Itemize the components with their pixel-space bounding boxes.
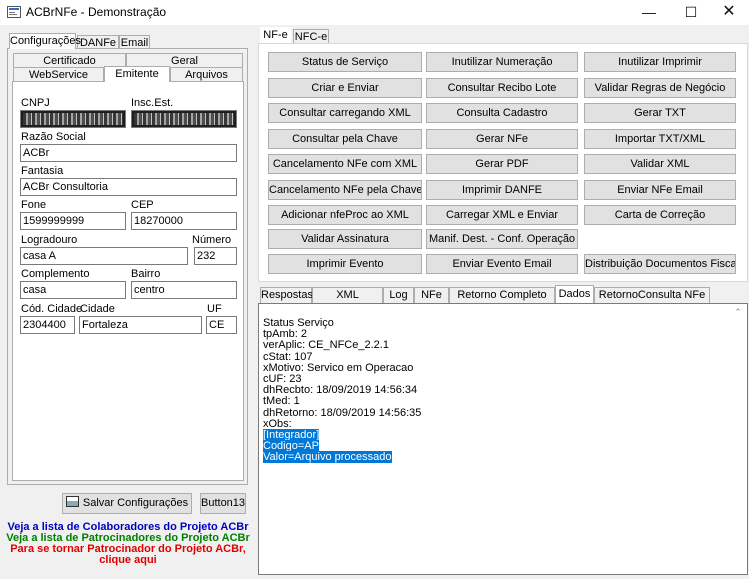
action-button[interactable]: Validar Regras de Negócio xyxy=(584,78,736,98)
tab-retorno-completo-ws[interactable]: Retorno Completo WS xyxy=(449,287,555,315)
fantasia-label: Fantasia xyxy=(21,165,64,177)
numero-label: Número xyxy=(192,234,232,246)
save-icon xyxy=(65,496,79,507)
cep-label: CEP xyxy=(131,199,154,211)
uf-input[interactable]: CE xyxy=(206,316,237,334)
tab-retornoconsulta-nfe-2-01[interactable]: RetornoConsulta NFe 2.01 xyxy=(594,287,710,315)
tab-respostas[interactable]: Respostas xyxy=(260,287,313,303)
redacted-value xyxy=(23,113,123,125)
logradouro-input[interactable]: casa A xyxy=(20,247,188,265)
save-config-button[interactable]: Salvar Configurações xyxy=(62,493,192,514)
tab-xml-resposta[interactable]: XML Resposta xyxy=(312,287,383,315)
action-button[interactable]: Distribuição Documentos Fiscais xyxy=(584,254,736,274)
cnpj-label: CNPJ xyxy=(21,97,50,109)
fone-input[interactable]: 1599999999 xyxy=(20,212,126,230)
clique-aqui-link[interactable]: clique aqui xyxy=(0,555,256,566)
action-button[interactable]: Carregar XML e Enviar xyxy=(426,205,578,225)
bairro-input[interactable]: centro xyxy=(131,281,237,299)
numero-input[interactable]: 232 xyxy=(194,247,237,265)
action-button[interactable]: Criar e Enviar xyxy=(268,78,422,98)
action-button[interactable]: Inutilizar Imprimir xyxy=(584,52,736,72)
app-icon xyxy=(7,6,21,18)
minimize-button[interactable]: — xyxy=(626,0,672,25)
tab-nfe[interactable]: NF-e xyxy=(260,27,291,43)
action-button[interactable]: Gerar TXT xyxy=(584,103,736,123)
razao-social-input[interactable]: ACBr xyxy=(20,144,237,162)
save-config-label: Salvar Configurações xyxy=(82,497,189,509)
action-button[interactable]: Carta de Correção xyxy=(584,205,736,225)
cidade-input[interactable]: Fortaleza xyxy=(79,316,202,334)
action-button[interactable]: Manif. Dest. - Conf. Operação xyxy=(426,229,578,249)
action-button[interactable]: Gerar PDF xyxy=(426,154,578,174)
action-button[interactable]: Validar Assinatura xyxy=(268,229,422,249)
action-button[interactable]: Gerar NFe xyxy=(426,129,578,149)
cod-cidade-input[interactable]: 2304400 xyxy=(20,316,75,334)
insc-est-input[interactable] xyxy=(131,110,237,128)
scroll-up-arrow-icon[interactable]: ⌃ xyxy=(732,306,744,318)
action-button[interactable]: Consultar carregando XML xyxy=(268,103,422,123)
cod-cidade-label: Cód. Cidade xyxy=(21,303,83,315)
action-button[interactable]: Validar XML xyxy=(584,154,736,174)
uf-label: UF xyxy=(207,303,222,315)
razao-social-label: Razão Social xyxy=(21,131,86,143)
cnpj-input[interactable] xyxy=(20,110,126,128)
fantasia-input[interactable]: ACBr Consultoria xyxy=(20,178,237,196)
memo-text: Status Serviço tpAmb: 2 verAplic: CE_NFCe_… xyxy=(263,317,421,464)
action-button[interactable]: Cancelamento NFe pela Chave xyxy=(268,180,422,200)
action-button[interactable]: Enviar NFe Email xyxy=(584,180,736,200)
bairro-label: Bairro xyxy=(131,268,161,280)
action-button[interactable]: Imprimir DANFE xyxy=(426,180,578,200)
dados-memo[interactable]: ⌃ Status Serviço tpAmb: 2 verAplic: CE_NFC… xyxy=(258,303,748,575)
window-title: ACBrNFe - Demonstração xyxy=(26,5,167,19)
complemento-label: Complemento xyxy=(21,268,90,280)
tab-geral[interactable]: Geral xyxy=(126,53,243,67)
action-button[interactable]: Adicionar nfeProc ao XML xyxy=(268,205,422,225)
tab-danfe[interactable]: DANFe xyxy=(77,35,119,49)
cidade-label: Cidade xyxy=(80,303,115,315)
action-button[interactable]: Consultar Recibo Lote xyxy=(426,78,578,98)
cep-input[interactable]: 18270000 xyxy=(131,212,237,230)
memo-line: Valor=Arquivo processado xyxy=(263,451,392,464)
action-button[interactable]: Consulta Cadastro xyxy=(426,103,578,123)
tab-webservice[interactable]: WebService xyxy=(13,67,104,82)
logradouro-label: Logradouro xyxy=(21,234,78,246)
action-button[interactable]: Imprimir Evento xyxy=(268,254,422,274)
title-bar: ACBrNFe - Demonstração — ☐ ✕ xyxy=(0,0,749,25)
action-button[interactable]: Status de Serviço xyxy=(268,52,422,72)
action-button[interactable]: Consultar pela Chave xyxy=(268,129,422,149)
action-button[interactable]: Cancelamento NFe com XML xyxy=(268,154,422,174)
fone-label: Fone xyxy=(21,199,47,211)
tab-nfe[interactable]: NFe xyxy=(414,287,449,303)
tab-emitente[interactable]: Emitente xyxy=(104,66,170,82)
action-button[interactable]: Inutilizar Numeração xyxy=(426,52,578,72)
complemento-input[interactable]: casa xyxy=(20,281,126,299)
tab-email[interactable]: Email xyxy=(119,35,150,49)
tab-dados[interactable]: Dados xyxy=(555,285,594,303)
tab-certificado[interactable]: Certificado xyxy=(13,53,126,67)
tab-nfce[interactable]: NFC-e xyxy=(293,29,329,43)
redacted-value xyxy=(134,113,234,125)
tab-configuracoes[interactable]: Configurações xyxy=(9,33,81,49)
insc-est-label: Insc.Est. xyxy=(131,97,174,109)
tab-log[interactable]: Log xyxy=(383,287,414,303)
button13[interactable]: Button13 xyxy=(200,493,246,514)
action-button[interactable]: Enviar Evento Email xyxy=(426,254,578,274)
tab-arquivos[interactable]: Arquivos xyxy=(170,67,243,82)
action-button[interactable]: Importar TXT/XML xyxy=(584,129,736,149)
close-button[interactable]: ✕ xyxy=(706,0,749,25)
